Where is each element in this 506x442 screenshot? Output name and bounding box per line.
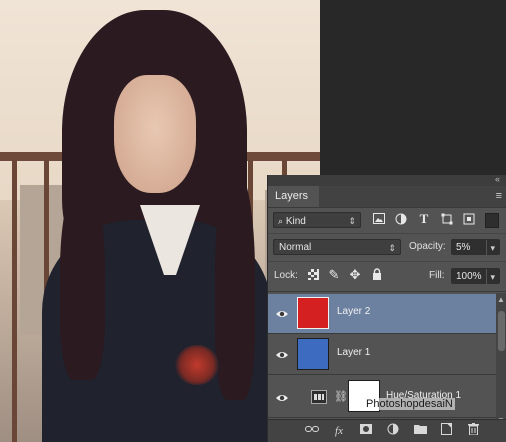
layer-list-scrollbar[interactable]: ▲ ▼ <box>496 293 506 427</box>
lock-all-icon[interactable] <box>370 268 384 282</box>
visibility-eye-icon[interactable] <box>275 307 289 321</box>
new-group-icon[interactable] <box>412 423 428 439</box>
visibility-eye-icon[interactable] <box>275 348 289 362</box>
blend-mode-value: Normal <box>279 242 312 253</box>
opacity-label: Opacity: <box>409 241 446 252</box>
layer-name: Layer 1 <box>337 347 371 358</box>
chevron-down-icon[interactable]: ▾ <box>486 240 495 256</box>
link-layers-icon[interactable] <box>304 423 320 439</box>
filter-kind-value: Kind <box>285 216 306 227</box>
tab-layers[interactable]: Layers <box>268 186 319 207</box>
filter-row: ⌕ Kind ⇕ T <box>268 209 506 231</box>
panel-tab-row: Layers ≡ <box>268 186 506 208</box>
shape-filter-icon[interactable] <box>440 213 454 227</box>
fill-label: Fill: <box>429 270 445 281</box>
scrollbar-thumb[interactable] <box>498 311 505 351</box>
panel-bottom-bar: fx <box>268 419 506 442</box>
photo-badge <box>175 345 219 385</box>
blend-mode-dropdown[interactable]: Normal ⇕ <box>273 239 401 255</box>
new-adjustment-icon[interactable] <box>385 423 401 439</box>
scroll-up-icon[interactable]: ▲ <box>497 295 505 304</box>
photo-face <box>114 75 196 193</box>
lock-label: Lock: <box>274 270 298 281</box>
watermark: PhotoshopdesaiN <box>364 398 455 410</box>
collapse-panel-icon[interactable]: « <box>495 174 500 184</box>
type-filter-icon[interactable]: T <box>417 212 431 226</box>
lock-row: Lock: ✎ ✥ Fill: 100% ▾ <box>268 261 506 290</box>
new-layer-icon[interactable] <box>438 423 454 439</box>
photo-railing-bar <box>12 160 17 442</box>
layer-thumbnail <box>297 338 329 370</box>
photo-hair-left <box>60 180 105 380</box>
panel-top-bar: « <box>268 174 506 186</box>
layer-row-layer-2[interactable]: Layer 2 <box>268 294 496 334</box>
filter-toggle-switch[interactable] <box>485 213 499 228</box>
layer-name: Layer 2 <box>337 306 371 317</box>
opacity-value: 5% <box>456 242 471 253</box>
chevron-updown-icon: ⇕ <box>388 243 396 253</box>
delete-layer-icon[interactable] <box>465 423 481 439</box>
add-mask-icon[interactable] <box>358 423 374 439</box>
smart-object-filter-icon[interactable] <box>462 213 476 227</box>
adjustment-filter-icon[interactable] <box>394 213 408 227</box>
chevron-down-icon[interactable]: ▾ <box>486 269 495 285</box>
layer-row-layer-1[interactable]: Layer 1 <box>268 335 496 375</box>
layer-row-hue-saturation-1[interactable]: ⛓ Hue/Saturation 1 <box>268 376 496 418</box>
layer-thumbnail <box>297 297 329 329</box>
photo-hair-right <box>215 170 255 400</box>
mask-link-icon[interactable]: ⛓ <box>334 390 348 403</box>
fx-icon[interactable]: fx <box>331 423 347 439</box>
lock-position-icon[interactable]: ✥ <box>348 268 362 282</box>
adjustment-layer-icon <box>311 390 327 404</box>
filter-kind-dropdown[interactable]: ⌕ Kind ⇕ <box>273 212 361 228</box>
search-icon: ⌕ <box>278 216 284 226</box>
watermark-text: PhotoshopdesaiN <box>366 398 453 410</box>
visibility-eye-icon[interactable] <box>275 391 289 405</box>
fill-value: 100% <box>456 271 482 282</box>
image-filter-icon[interactable] <box>372 213 386 227</box>
blend-row: Normal ⇕ Opacity: 5% ▾ <box>268 233 506 258</box>
opacity-field[interactable]: 5% ▾ <box>451 239 500 256</box>
chevron-updown-icon: ⇕ <box>348 216 356 226</box>
lock-image-pixels-icon[interactable]: ✎ <box>327 268 341 282</box>
panel-menu-icon[interactable]: ≡ <box>496 190 502 202</box>
fill-field[interactable]: 100% ▾ <box>451 268 500 285</box>
lock-transparent-pixels-icon[interactable] <box>306 269 320 283</box>
